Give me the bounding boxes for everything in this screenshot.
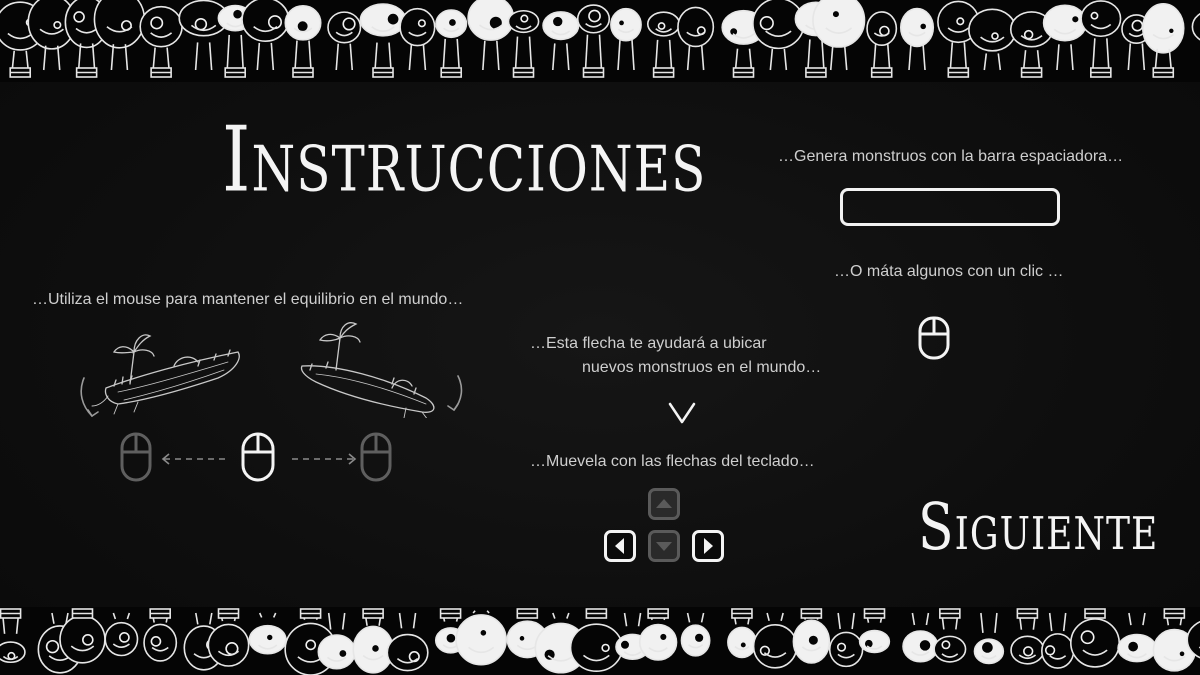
arrow-left-dashed-icon <box>161 453 226 465</box>
monster-doodle-border-bottom <box>0 607 1200 675</box>
arrow-right-icon <box>704 538 713 554</box>
arrow-instruction-line2: nuevos monstruos en el mundo… <box>582 359 822 376</box>
arrow-up-key[interactable] <box>648 488 680 520</box>
keyboard-instruction: …Muevela con las flechas del teclado… <box>530 453 815 470</box>
mouse-icon-tilt-left <box>120 432 152 482</box>
arrow-left-key[interactable] <box>604 530 636 562</box>
arrow-right-dashed-icon <box>292 453 357 465</box>
spacebar-key[interactable] <box>840 188 1060 226</box>
arrow-instruction-line1: …Esta flecha te ayudará a ubicar <box>530 335 767 352</box>
kill-instruction: …O máta algunos con un clic … <box>834 263 1064 280</box>
arrow-down-key[interactable] <box>648 530 680 562</box>
arrow-down-icon <box>656 542 672 551</box>
mouse-icon <box>241 432 275 482</box>
arrow-left-icon <box>615 538 624 554</box>
tilted-island-right-icon <box>300 322 463 418</box>
tilted-island-left-icon <box>80 334 240 418</box>
arrow-up-icon <box>656 499 672 508</box>
next-button[interactable]: Siguiente <box>918 490 1158 565</box>
arrow-right-key[interactable] <box>692 530 724 562</box>
mouse-click-icon <box>918 316 950 360</box>
mouse-icon-tilt-right <box>360 432 392 482</box>
spawn-instruction: …Genera monstruos con la barra espaciado… <box>778 148 1124 165</box>
page-title: Instrucciones <box>222 106 707 212</box>
monster-doodle-border-top <box>0 0 1200 82</box>
chevron-down-icon <box>668 402 696 424</box>
instructions-screen: Instrucciones …Utiliza el mouse para man… <box>0 0 1200 675</box>
mouse-balance-instruction: …Utiliza el mouse para mantener el equil… <box>32 291 464 308</box>
